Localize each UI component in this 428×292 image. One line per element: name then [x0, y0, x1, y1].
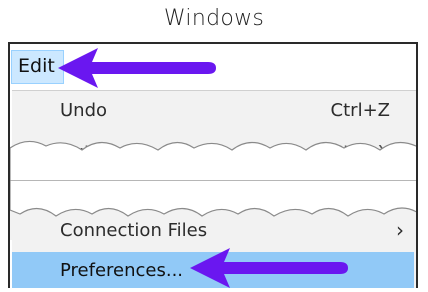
- menu-item-cut-label: Cut: [60, 142, 92, 163]
- menu-item-cut-shortcut: Ctrl+X: [330, 142, 390, 163]
- menu-item-preferences-label: Preferences...: [60, 260, 184, 281]
- edit-menu[interactable]: Edit: [11, 50, 64, 84]
- menu-item-undo-shortcut: Ctrl+Z: [330, 100, 390, 121]
- menu-item-connection-files-label: Connection Files: [60, 220, 208, 241]
- chevron-right-icon: ›: [396, 218, 404, 242]
- menu-item-cut[interactable]: Cut Ctrl+X: [12, 136, 414, 170]
- platform-caption: Windows: [163, 6, 265, 31]
- menu-item-preferences[interactable]: Preferences...: [12, 252, 414, 288]
- edit-menu-label: Edit: [18, 55, 55, 77]
- menu-item-undo-label: Undo: [60, 100, 108, 121]
- app-window: Edit Undo Ctrl+Z Cut Ctrl+X Connection F…: [8, 42, 418, 288]
- menu-item-undo[interactable]: Undo Ctrl+Z: [12, 94, 414, 128]
- menu-item-connection-files[interactable]: Connection Files ›: [12, 214, 414, 248]
- menu-bar: Edit: [10, 44, 416, 90]
